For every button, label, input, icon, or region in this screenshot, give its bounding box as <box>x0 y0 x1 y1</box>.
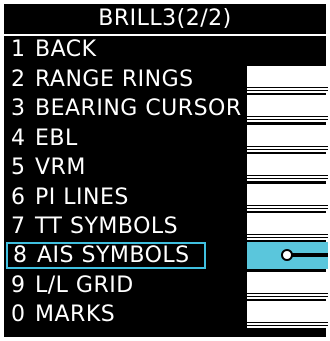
menu-item-text: BACK <box>35 37 97 62</box>
menu-item-text: BEARING CURSOR <box>35 96 242 121</box>
menu-item-text: EBL <box>35 126 78 151</box>
brilliance-slider[interactable] <box>247 301 328 328</box>
menu-item-number: 7 <box>11 214 26 239</box>
menu-item-vrm[interactable]: 5 VRM <box>6 154 328 181</box>
menu-item-number: 8 <box>13 243 28 268</box>
menu-item-ebl[interactable]: 4 EBL <box>6 125 328 152</box>
menu-item-number: 5 <box>11 155 26 180</box>
menu-item-text: TT SYMBOLS <box>35 214 179 239</box>
brilliance-slider-selected[interactable] <box>247 242 328 269</box>
menu-item-label: 9 L/L GRID <box>6 272 134 299</box>
menu-item-marks[interactable]: 0 MARKS <box>6 301 328 328</box>
slider-knob-icon[interactable] <box>281 249 293 261</box>
menu-item-range-rings[interactable]: 2 RANGE RINGS <box>6 66 328 93</box>
menu-item-ais-symbols[interactable]: 8 AIS SYMBOLS <box>6 242 328 269</box>
menu-item-number: 1 <box>11 37 26 62</box>
menu-item-pi-lines[interactable]: 6 PI LINES <box>6 184 328 211</box>
menu-item-text: MARKS <box>35 302 116 327</box>
menu-item-label: 3 BEARING CURSOR <box>6 95 242 122</box>
menu-title: BRILL3(2/2) <box>98 6 232 31</box>
menu-item-label: 6 PI LINES <box>6 184 129 211</box>
menu-item-text: VRM <box>35 155 86 180</box>
menu-item-label: 2 RANGE RINGS <box>6 66 194 93</box>
brilliance-slider[interactable] <box>247 125 328 152</box>
menu-item-number: 0 <box>11 302 26 327</box>
brill3-menu: BRILL3(2/2) 1 BACK 2 RANGE RINGS 3 BEARING … <box>2 2 328 339</box>
menu-item-text: RANGE RINGS <box>35 67 194 92</box>
menu-item-number: 9 <box>11 273 26 298</box>
menu-item-number: 2 <box>11 67 26 92</box>
menu-item-tt-symbols[interactable]: 7 TT SYMBOLS <box>6 213 328 240</box>
brilliance-slider[interactable] <box>247 213 328 240</box>
menu-item-number: 3 <box>11 96 26 121</box>
menu-item-label-selected: 8 AIS SYMBOLS <box>6 242 206 269</box>
menu-item-label: 7 TT SYMBOLS <box>6 213 178 240</box>
brilliance-slider[interactable] <box>247 154 328 181</box>
menu-item-number: 6 <box>11 185 26 210</box>
brilliance-slider[interactable] <box>247 95 328 122</box>
menu-item-ll-grid[interactable]: 9 L/L GRID <box>6 272 328 299</box>
menu-item-label: 0 MARKS <box>6 301 115 328</box>
brilliance-slider[interactable] <box>247 184 328 211</box>
menu-item-number: 4 <box>11 126 26 151</box>
menu-item-label: 5 VRM <box>6 154 86 181</box>
menu-item-back[interactable]: 1 BACK <box>6 36 328 63</box>
menu-item-text: AIS SYMBOLS <box>37 243 190 268</box>
menu-item-text: PI LINES <box>35 185 129 210</box>
brilliance-slider[interactable] <box>247 272 328 299</box>
menu-item-bearing-cursor[interactable]: 3 BEARING CURSOR <box>6 95 328 122</box>
menu-item-label: 4 EBL <box>6 125 78 152</box>
brilliance-slider[interactable] <box>247 66 328 93</box>
menu-item-label: 1 BACK <box>6 36 97 63</box>
slider-track <box>289 253 328 257</box>
menu-item-text: L/L GRID <box>35 273 134 298</box>
